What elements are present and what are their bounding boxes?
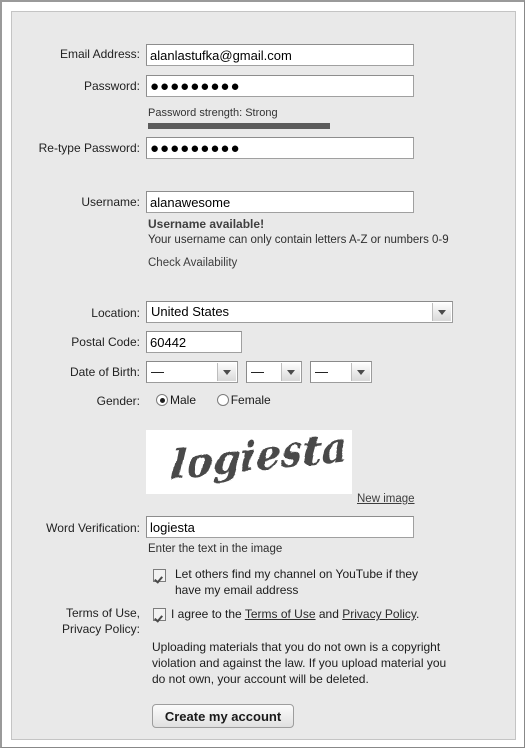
terms-label-line2: Privacy Policy: [61, 622, 140, 636]
password-strength-bar [148, 123, 330, 129]
gender-female-option[interactable]: Female [216, 393, 271, 407]
email-label: Email Address: [59, 47, 140, 61]
dob-day-value: — [251, 364, 264, 379]
retype-password-input[interactable] [146, 137, 414, 159]
find-channel-label: Let others find my channel on YouTube if… [175, 567, 419, 597]
radio-female-icon[interactable] [216, 394, 229, 406]
terms-agree-text: I agree to the Terms of Use and Privacy … [171, 606, 471, 622]
dob-day-select[interactable]: — [246, 361, 302, 383]
postal-code-label: Postal Code: [71, 335, 140, 349]
dob-year-value: — [315, 364, 328, 379]
dob-month-select[interactable]: — [146, 361, 238, 383]
terms-agree-prefix: I agree to the [171, 607, 245, 621]
gender-label: Gender: [96, 394, 140, 408]
email-input[interactable] [146, 44, 414, 66]
chevron-down-icon [351, 363, 370, 381]
copyright-notice: Uploading materials that you do not own … [152, 640, 447, 686]
captcha-image: logiesta [146, 430, 352, 494]
word-verification-label: Word Verification: [46, 521, 140, 535]
page-frame: Email Address: Password: Password streng… [0, 0, 525, 748]
check-availability-link[interactable]: Check Availability [148, 257, 237, 269]
date-of-birth-label: Date of Birth: [69, 365, 140, 379]
chevron-down-icon [281, 363, 300, 381]
new-image-link[interactable]: New image [357, 493, 415, 505]
chevron-down-icon [217, 363, 236, 381]
signup-panel: Email Address: Password: Password streng… [11, 11, 516, 740]
terms-agree-middle: and [315, 607, 343, 621]
password-label: Password: [83, 79, 140, 93]
gender-female-label: Female [230, 393, 271, 407]
gender-male-option[interactable]: Male [156, 393, 196, 407]
create-account-button[interactable]: Create my account [152, 704, 294, 728]
gender-radio-group: Male Female [156, 393, 271, 407]
terms-of-use-link[interactable]: Terms of Use [245, 607, 316, 621]
retype-password-label: Re-type Password: [38, 141, 140, 155]
radio-male-icon[interactable] [156, 394, 168, 406]
dob-month-value: — [151, 364, 164, 379]
privacy-policy-link[interactable]: Privacy Policy [342, 607, 416, 621]
word-verification-input[interactable] [146, 516, 414, 538]
dob-year-select[interactable]: — [310, 361, 372, 383]
password-strength-label: Password strength: Strong [148, 107, 278, 119]
gender-male-label: Male [170, 393, 197, 407]
find-channel-checkbox[interactable] [153, 569, 166, 582]
word-verification-hint: Enter the text in the image [148, 543, 283, 555]
location-select[interactable]: United States [146, 301, 453, 323]
location-label: Location: [91, 306, 140, 320]
username-input[interactable] [146, 191, 414, 213]
signup-form: Email Address: Password: Password streng… [12, 12, 515, 739]
terms-label-line1: Terms of Use, [65, 606, 140, 620]
location-select-value: United States [151, 304, 230, 319]
chevron-down-icon [432, 303, 451, 321]
username-hint: Your username can only contain letters A… [148, 234, 449, 246]
terms-agree-checkbox[interactable] [153, 608, 166, 621]
username-availability-message: Username available! [148, 217, 265, 231]
username-label: Username: [81, 195, 140, 209]
captcha-glyph-icon: logiesta [146, 430, 352, 494]
password-input[interactable] [146, 75, 414, 97]
terms-agree-suffix: . [416, 607, 420, 621]
postal-code-input[interactable] [146, 331, 242, 353]
